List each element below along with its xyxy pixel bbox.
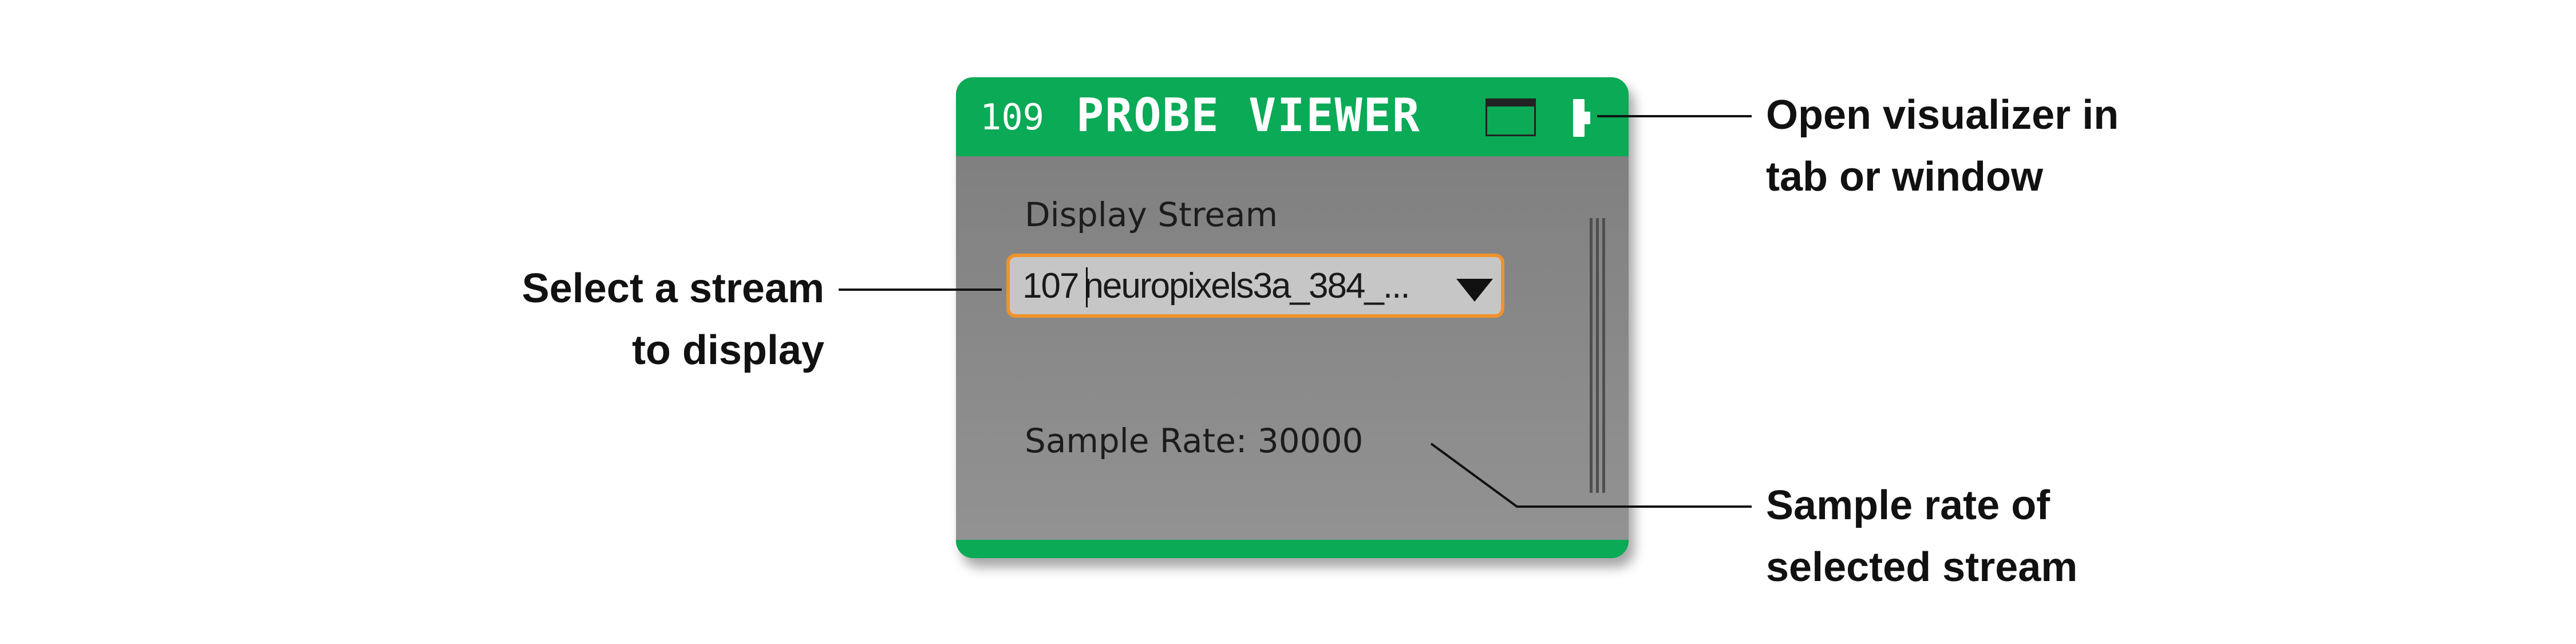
annotation-line: tab or window xyxy=(1766,154,2043,200)
annotation-select-stream: Select a stream to display xyxy=(504,258,824,381)
annotation-sample-rate: Sample rate of selected stream xyxy=(1766,475,2077,598)
annotation-line: selected stream xyxy=(1766,544,2078,590)
callout-line-sample-rate xyxy=(1430,442,1752,508)
annotation-line: Select a stream xyxy=(521,266,824,311)
annotation-open-visualizer: Open visualizer in tab or window xyxy=(1766,84,2119,208)
annotation-line: Open visualizer in xyxy=(1766,92,2119,138)
annotation-line: to display xyxy=(631,327,824,373)
annotation-line: Sample rate of xyxy=(1766,483,2050,528)
callout-lines xyxy=(839,115,1752,508)
